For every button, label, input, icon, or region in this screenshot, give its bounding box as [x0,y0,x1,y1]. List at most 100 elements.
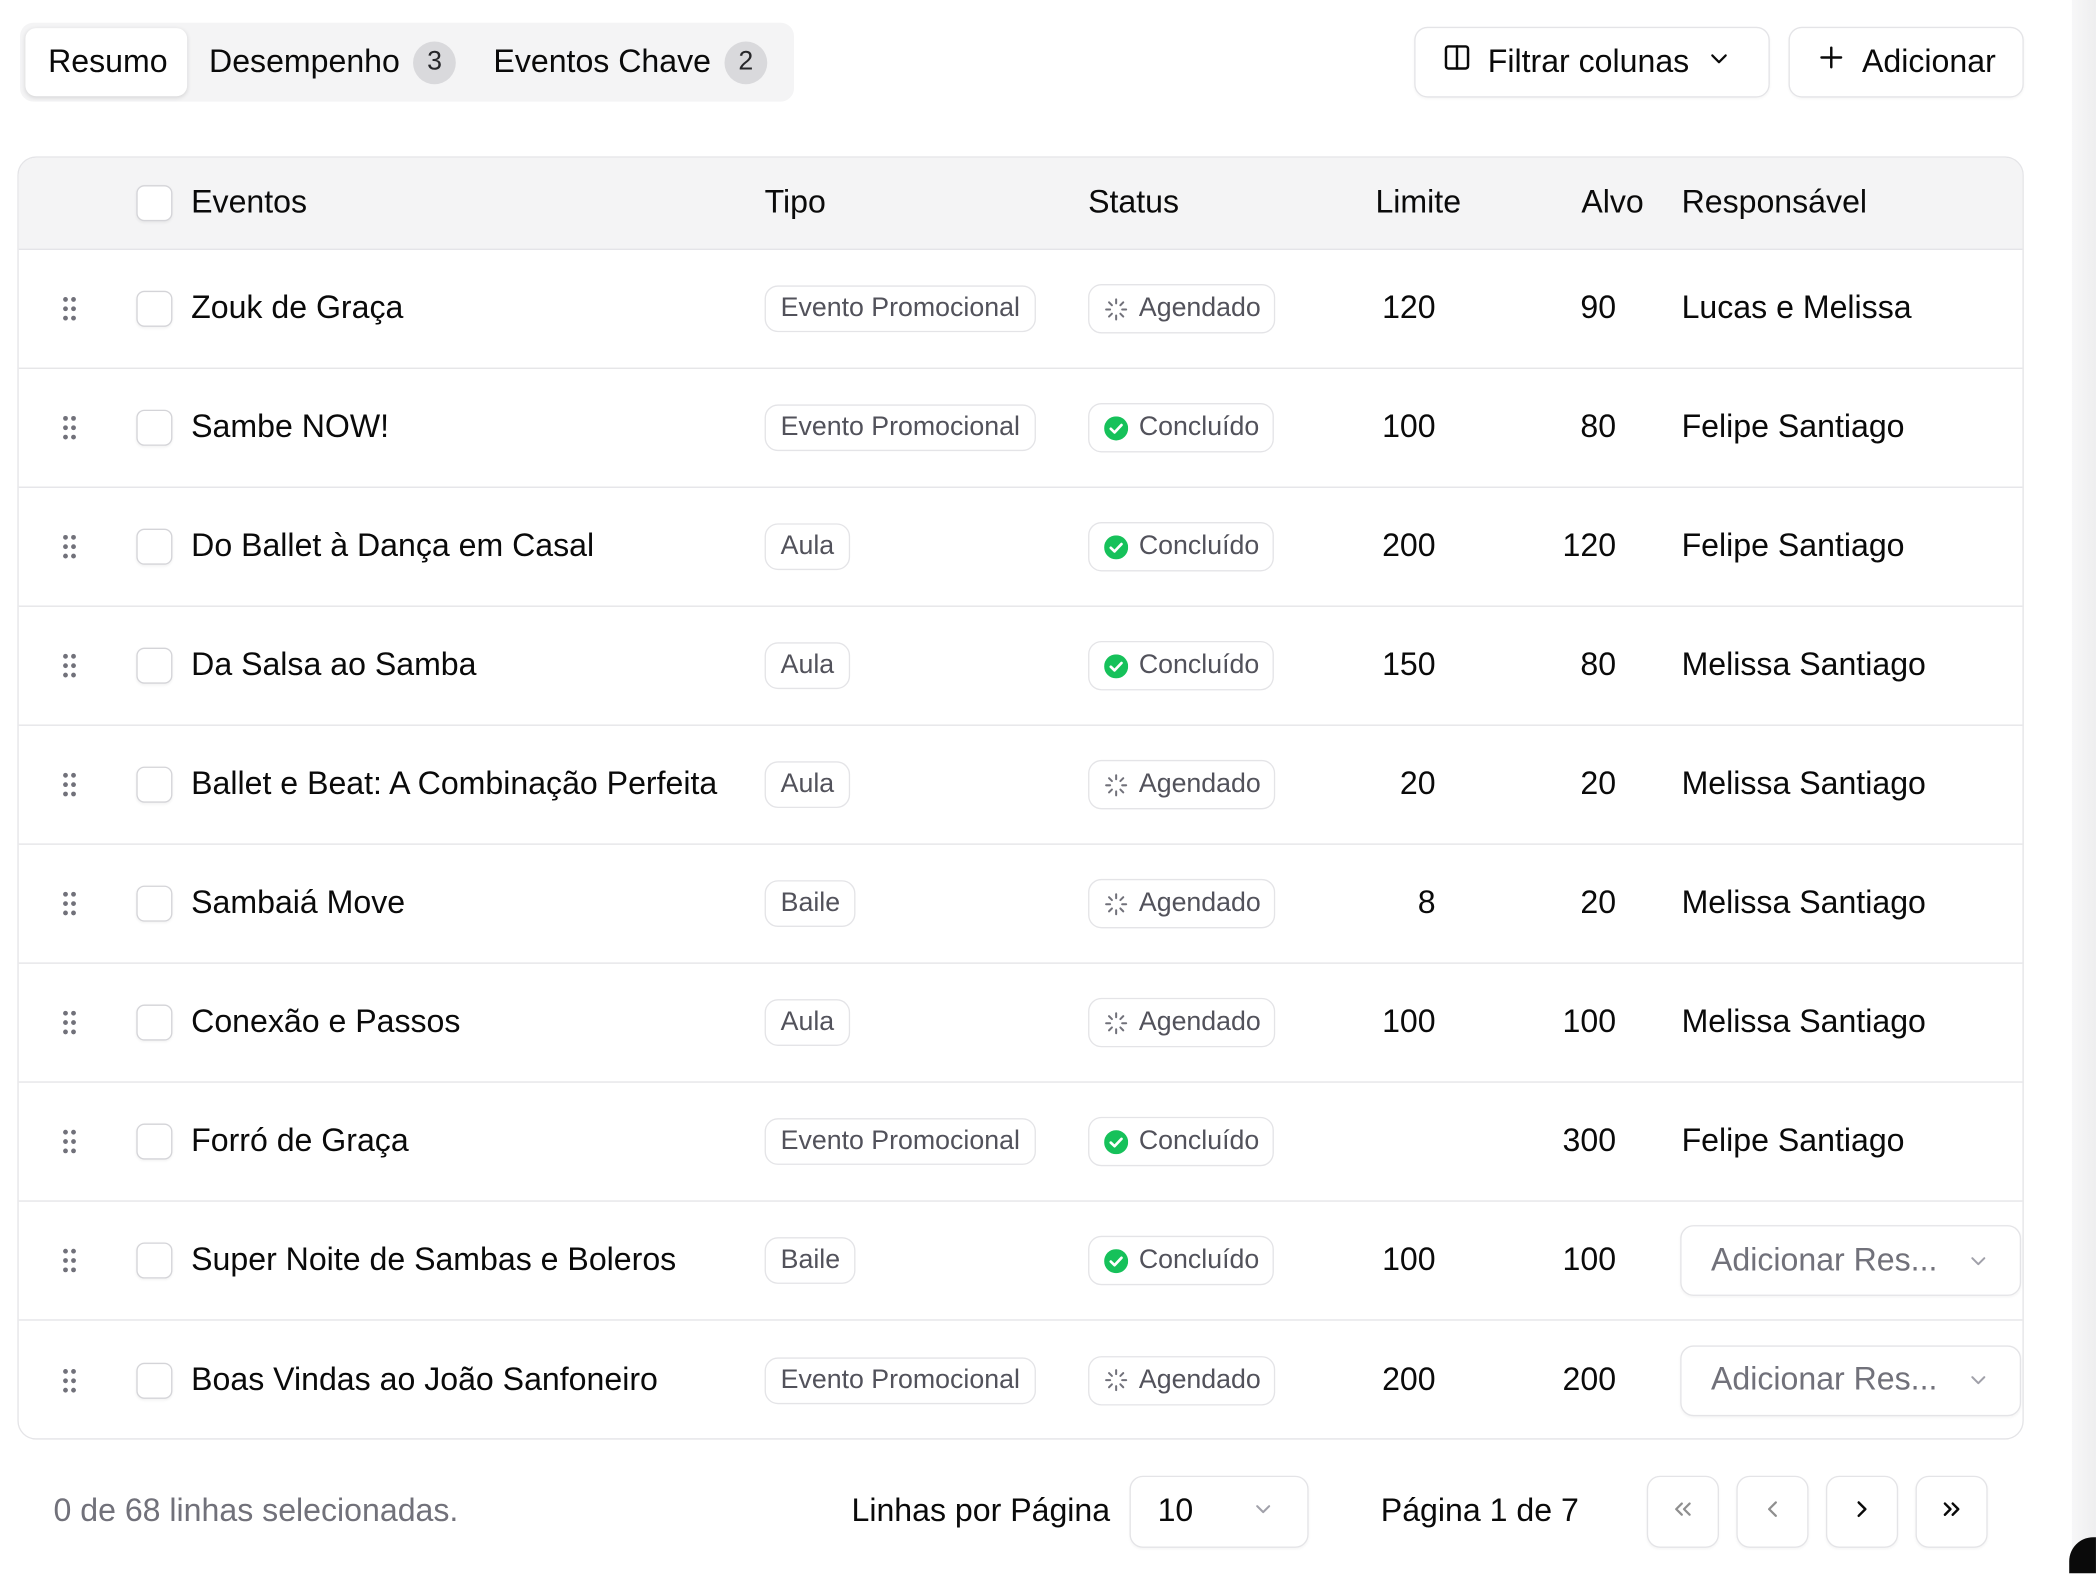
drag-handle-icon[interactable] [60,294,79,323]
status-badge: Concluído [1088,403,1274,453]
drag-handle-icon[interactable] [60,651,79,680]
header-status[interactable]: Status [1088,184,1179,221]
plus-icon [1817,43,1846,82]
limit-value: 150 [1382,646,1436,684]
limit-value: 100 [1382,1003,1436,1040]
first-page-button[interactable] [1646,1475,1719,1548]
owner-name: Melissa Santiago [1681,646,1926,684]
type-badge: Evento Promocional [764,1118,1036,1165]
target-value: 100 [1562,1241,1617,1278]
status-badge: Agendado [1088,284,1276,334]
target-value: 300 [1562,1122,1617,1159]
row-checkbox[interactable] [136,1362,173,1399]
owner-select-placeholder: Adicionar Res... [1710,1241,1938,1278]
row-checkbox[interactable] [136,290,173,327]
limit-value: 20 [1399,765,1436,803]
previous-page-button[interactable] [1736,1475,1809,1548]
target-value: 20 [1580,884,1617,921]
status-label: Agendado [1138,293,1261,323]
view-tabs: Resumo Desempenho 3 Eventos Chave 2 [20,22,794,102]
owner-select[interactable]: Adicionar Res... [1680,1344,2022,1416]
status-label: Concluído [1138,1245,1260,1275]
loader-icon [1104,892,1128,916]
drag-handle-icon[interactable] [60,1008,79,1037]
event-name: Forró de Graça [191,1122,409,1159]
row-checkbox[interactable] [136,885,173,922]
chevrons-left-icon [1670,1495,1697,1528]
owner-select-placeholder: Adicionar Res... [1710,1361,1938,1398]
status-badge: Concluído [1088,1116,1274,1167]
status-label: Agendado [1138,769,1261,799]
owner-name: Felipe Santiago [1681,409,1905,446]
limit-value: 100 [1382,409,1436,446]
event-name: Da Salsa ao Samba [191,646,477,684]
row-checkbox[interactable] [136,1123,173,1160]
type-badge: Evento Promocional [764,404,1036,452]
selection-count: 0 de 68 linhas selecionadas. [53,1493,459,1530]
table-row: Do Ballet à Dança em Casal Aula Concluído 2… [18,488,2023,607]
next-page-button[interactable] [1825,1475,1899,1548]
check-circle-icon [1104,653,1129,678]
table-row: Super Noite de Sambas e Boleros Baile Conc… [18,1202,2023,1321]
owner-name: Melissa Santiago [1681,884,1926,921]
type-badge: Baile [764,1237,857,1284]
status-label: Agendado [1138,1364,1261,1395]
table-header: Eventos Tipo Status Limite Alvo Responsá… [18,157,2023,250]
drag-handle-icon[interactable] [60,889,79,918]
tab-summary[interactable]: Resumo [25,28,188,97]
chevron-down-icon [1966,1248,1990,1272]
loader-icon [1104,297,1128,321]
drag-handle-icon[interactable] [60,413,79,442]
header-type[interactable]: Tipo [765,184,826,221]
target-value: 20 [1580,765,1617,803]
tab-label: Resumo [48,43,168,80]
select-all-checkbox[interactable] [136,185,173,222]
status-label: Concluído [1138,531,1260,561]
row-checkbox[interactable] [136,409,173,446]
status-label: Concluído [1138,650,1260,680]
owner-select[interactable]: Adicionar Res... [1680,1225,2022,1296]
row-checkbox[interactable] [136,1004,173,1041]
header-target[interactable]: Alvo [1581,184,1643,221]
status-label: Agendado [1138,888,1261,918]
drag-handle-icon[interactable] [60,1246,79,1275]
event-name: Super Noite de Sambas e Boleros [191,1241,677,1278]
table-row: Ballet e Beat: A Combinação Perfeita Aula… [18,726,2023,845]
filter-columns-button[interactable]: Filtrar colunas [1414,26,1770,98]
status-badge: Agendado [1088,759,1276,810]
tab-performance[interactable]: Desempenho 3 [190,28,474,96]
status-badge: Concluído [1088,640,1274,691]
row-checkbox[interactable] [136,766,173,803]
table-row: Sambe NOW! Evento Promocional Concluído 100… [18,369,2023,488]
header-events[interactable]: Eventos [191,184,307,221]
last-page-button[interactable] [1915,1475,1988,1548]
limit-value: 8 [1417,884,1436,921]
row-checkbox[interactable] [136,1242,173,1279]
row-checkbox[interactable] [136,528,173,565]
chevrons-right-icon [1938,1495,1965,1528]
event-name: Ballet e Beat: A Combinação Perfeita [191,765,718,803]
type-badge: Evento Promocional [764,1356,1036,1404]
owner-name: Felipe Santiago [1681,527,1905,565]
status-badge: Agendado [1088,878,1276,929]
add-button[interactable]: Adicionar [1788,26,2024,98]
drag-handle-icon[interactable] [60,770,79,799]
event-name: Do Ballet à Dança em Casal [191,527,595,565]
chevron-down-icon [1966,1368,1990,1392]
drag-handle-icon[interactable] [60,1365,79,1394]
target-value: 100 [1562,1003,1617,1040]
tab-count-badge: 2 [724,40,768,84]
check-circle-icon [1104,1248,1129,1273]
header-limit[interactable]: Limite [1375,184,1461,221]
header-owner[interactable]: Responsável [1682,184,1867,221]
window-edge [2071,0,2096,1574]
drag-handle-icon[interactable] [60,1127,79,1156]
drag-handle-icon[interactable] [60,532,79,561]
event-name: Sambaiá Move [191,884,406,921]
target-value: 120 [1562,527,1617,565]
row-checkbox[interactable] [136,647,173,684]
loader-icon [1104,773,1128,797]
tab-key-events[interactable]: Eventos Chave 2 [475,28,786,96]
type-badge: Aula [764,999,851,1046]
rows-per-page-select[interactable]: 10 [1129,1475,1309,1548]
